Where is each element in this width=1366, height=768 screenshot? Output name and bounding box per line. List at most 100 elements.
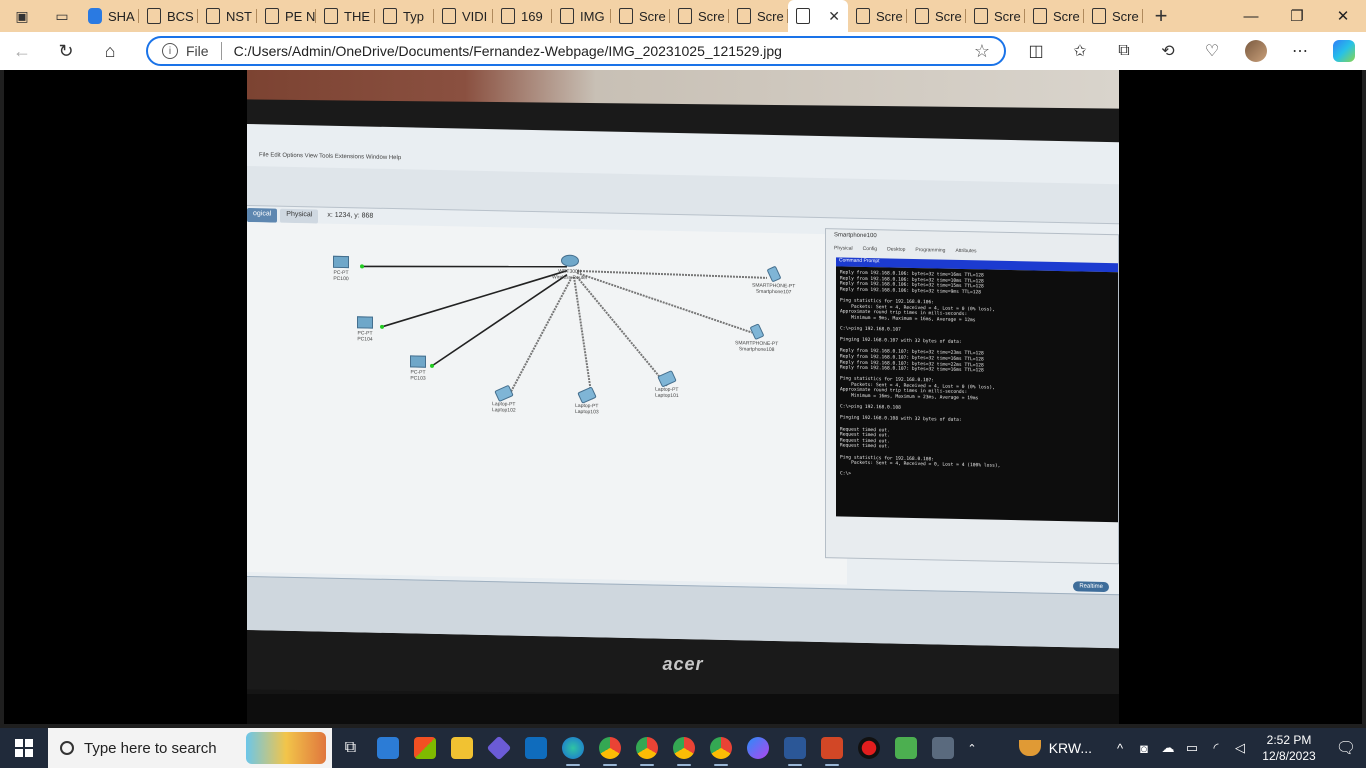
tab[interactable]: SHA (80, 0, 139, 32)
maximize-button[interactable]: ❐ (1274, 0, 1320, 32)
pt-device-tabs: Physical Config Desktop Programming Attr… (826, 245, 1118, 257)
chrome-app-icon[interactable] (591, 728, 628, 768)
device-smartphone108: SMARTPHONE-PT Smartphone108 (735, 323, 778, 353)
notepad-app-icon[interactable] (887, 728, 924, 768)
profile-avatar[interactable] (1245, 40, 1267, 62)
browser-essentials-icon[interactable]: ♡ (1190, 32, 1234, 70)
tab[interactable]: BCS (139, 0, 198, 32)
history-icon[interactable]: ⟲ (1146, 32, 1190, 70)
notification-center-icon[interactable]: 🗨 (1326, 738, 1366, 758)
device-laptop103: Laptop-PT Laptop103 (575, 386, 599, 415)
tab[interactable]: NST (198, 0, 257, 32)
tab[interactable]: IMG (552, 0, 611, 32)
tab[interactable]: Typ (375, 0, 434, 32)
weather-widget[interactable]: KRW... (1018, 740, 1092, 756)
device-pc104: PC-PT PC104 (357, 316, 373, 343)
store-app-icon[interactable] (406, 728, 443, 768)
monitor-brand-logo: acer (662, 654, 704, 674)
navigation-bar: ← ↻ ⌂ i File C:/Users/Admin/OneDrive/Doc… (0, 32, 1366, 70)
favorites-icon[interactable]: ✩ (1058, 32, 1102, 70)
taskbar-clock[interactable]: 2:52 PM 12/8/2023 (1252, 732, 1326, 764)
device-pc100: PC-PT PC100 (333, 255, 349, 282)
address-bar[interactable]: i File C:/Users/Admin/OneDrive/Documents… (146, 36, 1006, 66)
outlook-new-icon[interactable] (517, 728, 554, 768)
clock-time: 2:52 PM (1266, 733, 1312, 747)
document-icon (1033, 8, 1047, 24)
tab-label: Typ (403, 8, 424, 24)
url-text[interactable]: C:/Users/Admin/OneDrive/Documents/Fernan… (234, 43, 782, 59)
wireless-link-1 (576, 269, 768, 279)
workspaces-icon[interactable]: ▣ (0, 0, 44, 32)
refresh-button[interactable]: ↻ (44, 32, 88, 70)
more-menu-icon[interactable]: ⋯ (1278, 32, 1322, 70)
tab[interactable]: Scre (1084, 0, 1143, 32)
search-placeholder: Type here to search (84, 739, 217, 757)
pdf-icon (324, 8, 338, 24)
onedrive-icon[interactable]: ☁ (1156, 740, 1180, 756)
mail-app-icon[interactable] (369, 728, 406, 768)
close-tab-icon[interactable]: ✕ (828, 8, 840, 25)
chrome-profile-3-icon[interactable] (665, 728, 702, 768)
copilot-icon[interactable] (1333, 40, 1355, 62)
tab-active[interactable]: ✕ (788, 0, 848, 32)
tab-label: VIDI (462, 8, 488, 24)
device-router: WRT300N Wireless Router (552, 254, 588, 281)
address-separator (220, 42, 222, 60)
tab[interactable]: Scre (670, 0, 729, 32)
screen-recorder-icon[interactable] (850, 728, 887, 768)
tab[interactable]: 169 (493, 0, 552, 32)
minimize-button[interactable]: — (1228, 0, 1274, 32)
split-screen-icon[interactable]: ◫ (1014, 32, 1058, 70)
tab-config: Config (862, 245, 878, 253)
tab[interactable]: Scre (1025, 0, 1084, 32)
tab-actions-icon[interactable]: ▭ (44, 0, 80, 32)
port-led (360, 264, 364, 269)
camera-icon[interactable]: ◙ (1132, 741, 1156, 756)
home-button[interactable]: ⌂ (88, 32, 132, 70)
favorite-star-icon[interactable]: ☆ (974, 41, 990, 62)
pdf-icon (442, 8, 456, 24)
tab[interactable]: Scre (848, 0, 907, 32)
clipchamp-icon[interactable] (480, 728, 517, 768)
link-pc104 (381, 269, 568, 328)
taskbar-search[interactable]: Type here to search (48, 728, 332, 768)
tab[interactable]: VIDI (434, 0, 493, 32)
tab-label: PE N (285, 8, 316, 24)
close-window-button[interactable]: ✕ (1320, 0, 1366, 32)
calculator-app-icon[interactable] (924, 728, 961, 768)
chrome-profile-4-icon[interactable] (702, 728, 739, 768)
tab-label: Scre (639, 8, 666, 24)
tab[interactable]: Scre (907, 0, 966, 32)
show-hidden-icons[interactable]: ^ (1108, 741, 1132, 756)
taskbar-overflow-icon[interactable]: ⌃ (961, 728, 983, 768)
clock-date: 12/8/2023 (1262, 749, 1316, 763)
tab[interactable]: Scre (611, 0, 670, 32)
file-explorer-icon[interactable] (443, 728, 480, 768)
powerpoint-app-icon[interactable] (813, 728, 850, 768)
back-button[interactable]: ← (0, 32, 44, 70)
tab[interactable]: Scre (729, 0, 788, 32)
battery-icon[interactable]: ▭ (1180, 740, 1204, 756)
new-tab-button[interactable]: + (1143, 0, 1179, 32)
tab[interactable]: Scre (966, 0, 1025, 32)
wireless-link-5 (576, 276, 668, 387)
wifi-icon[interactable]: ◜ (1204, 740, 1228, 756)
document-icon (147, 8, 161, 24)
photo: File Edit Options View Tools Extensions … (247, 70, 1119, 724)
search-icon (60, 741, 74, 755)
task-view-button[interactable]: ⧉ (332, 728, 369, 768)
edge-app-icon[interactable] (554, 728, 591, 768)
tab-label: Scre (935, 8, 962, 24)
messenger-icon[interactable] (739, 728, 776, 768)
collections-icon[interactable]: ⧉ (1102, 32, 1146, 70)
tab[interactable]: THE (316, 0, 375, 32)
tab[interactable]: PE N (257, 0, 316, 32)
volume-icon[interactable]: ◁ (1228, 740, 1252, 756)
chrome-profile-2-icon[interactable] (628, 728, 665, 768)
word-app-icon[interactable] (776, 728, 813, 768)
info-icon[interactable]: i (162, 43, 178, 59)
pt-logical-tab: ogical (247, 208, 278, 223)
start-button[interactable] (0, 728, 48, 768)
tab-attributes: Attributes (955, 247, 977, 255)
window-controls: — ❐ ✕ (1228, 0, 1366, 32)
